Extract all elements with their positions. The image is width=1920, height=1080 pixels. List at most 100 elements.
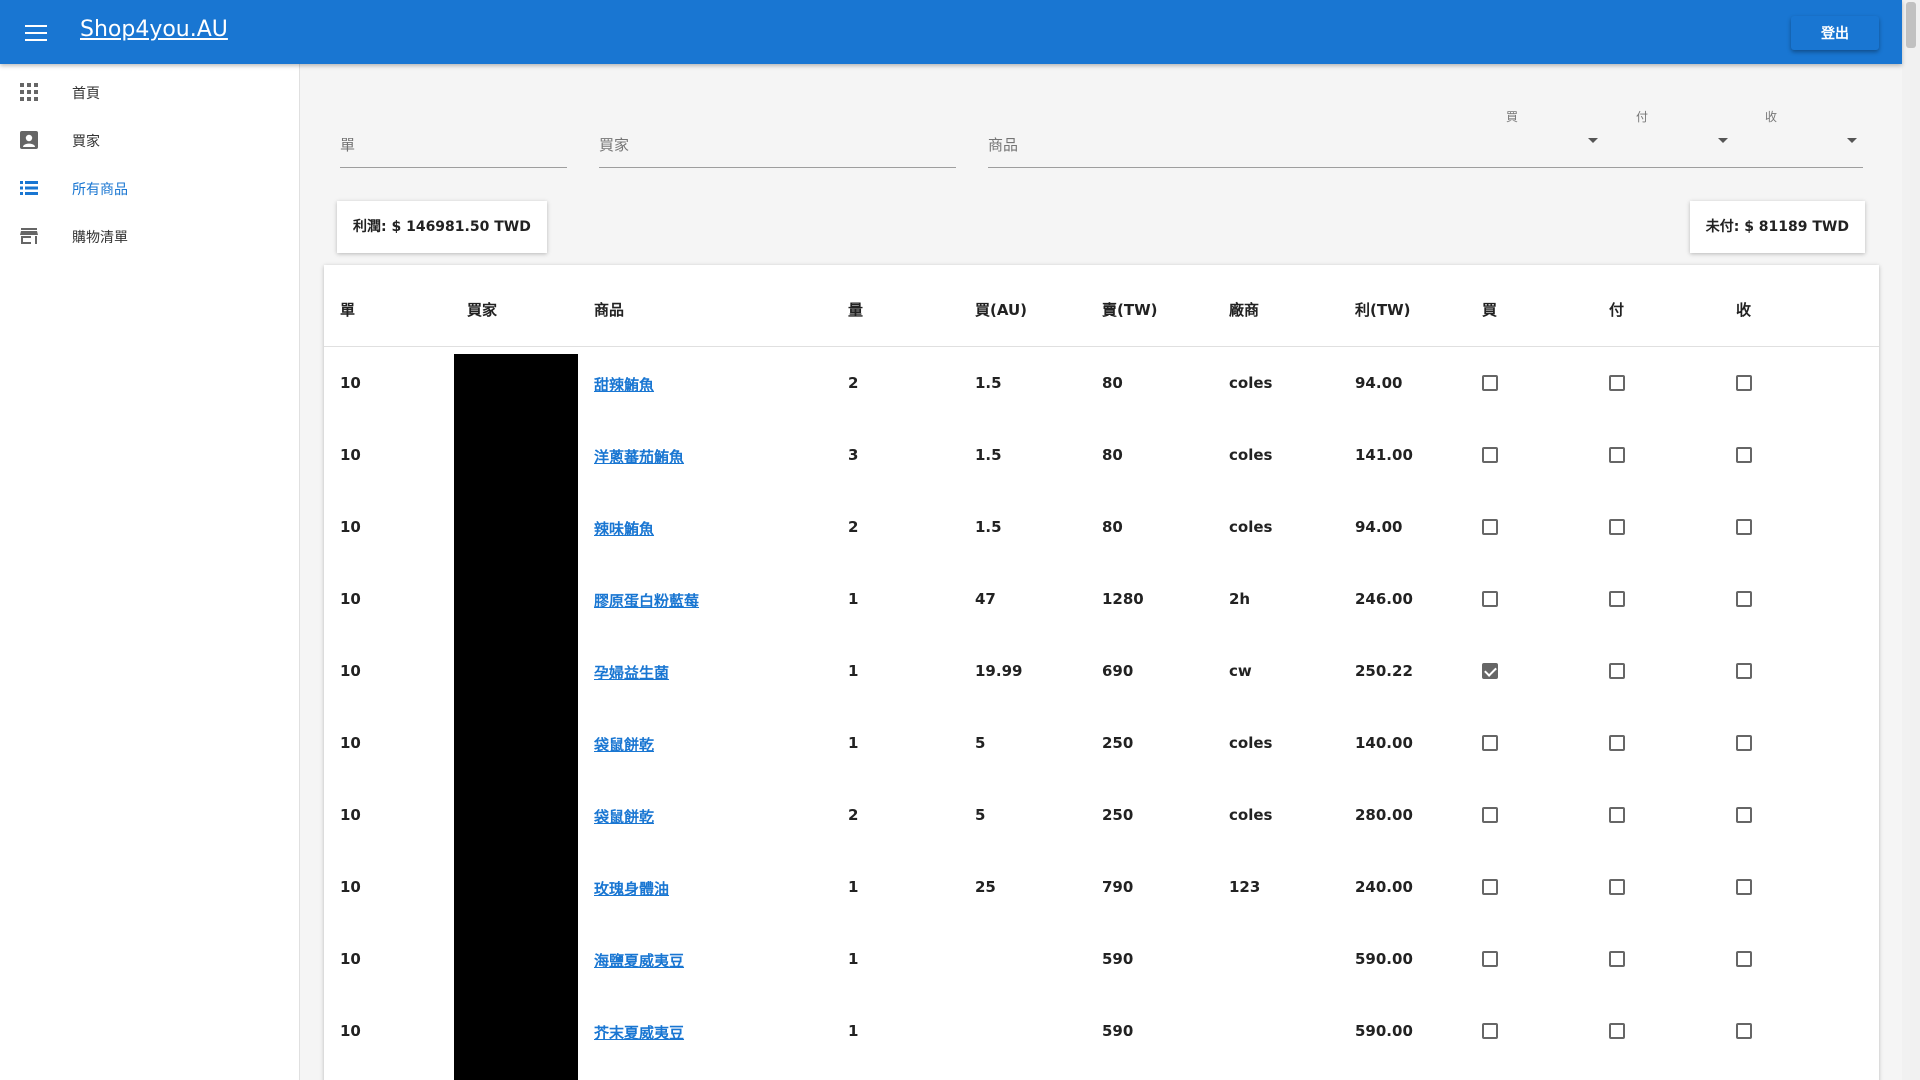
product-link[interactable]: 海鹽夏威夷豆	[594, 950, 684, 971]
cell-sell-tw: 80	[1102, 446, 1123, 464]
buyer-filter-field[interactable]	[599, 124, 956, 168]
sidebar-item-shopping-list[interactable]: 購物清單	[0, 213, 299, 259]
bought-checkbox[interactable]	[1482, 663, 1498, 679]
column-header-sell-tw: 賣(TW)	[1102, 301, 1158, 319]
product-link[interactable]: 膠原蛋白粉藍莓	[594, 590, 699, 611]
order-filter-field[interactable]	[340, 124, 567, 168]
product-link[interactable]: 袋鼠餅乾	[594, 806, 654, 827]
product-link[interactable]: 孕婦益生菌	[594, 662, 669, 683]
bought-checkbox[interactable]	[1482, 735, 1498, 751]
menu-icon[interactable]	[22, 20, 50, 44]
received-checkbox[interactable]	[1736, 375, 1752, 391]
paid-checkbox[interactable]	[1609, 663, 1625, 679]
apps-icon	[20, 83, 38, 101]
product-link[interactable]: 玫瑰身體油	[594, 878, 669, 899]
paid-checkbox[interactable]	[1609, 807, 1625, 823]
sidebar-item-label: 購物清單	[72, 230, 128, 246]
received-checkbox[interactable]	[1736, 663, 1752, 679]
cell-vendor: 123	[1229, 878, 1261, 896]
paid-checkbox[interactable]	[1609, 879, 1625, 895]
received-checkbox[interactable]	[1736, 735, 1752, 751]
cell-sell-tw: 80	[1102, 374, 1123, 392]
sidebar-item-label: 首頁	[72, 86, 100, 102]
bought-checkbox[interactable]	[1482, 519, 1498, 535]
received-checkbox[interactable]	[1736, 591, 1752, 607]
cell-order: 10	[340, 806, 361, 824]
received-checkbox[interactable]	[1736, 1023, 1752, 1039]
paid-checkbox[interactable]	[1609, 735, 1625, 751]
logout-button[interactable]: 登出	[1791, 16, 1879, 50]
bought-checkbox[interactable]	[1482, 591, 1498, 607]
bought-filter-select[interactable]: 買	[1506, 108, 1604, 168]
received-checkbox[interactable]	[1736, 447, 1752, 463]
cell-quantity: 2	[848, 374, 859, 392]
product-link[interactable]: 甜辣鮪魚	[594, 374, 654, 395]
bought-checkbox[interactable]	[1482, 375, 1498, 391]
bought-checkbox[interactable]	[1482, 807, 1498, 823]
column-header-quantity: 量	[848, 301, 864, 319]
cell-quantity: 1	[848, 662, 859, 680]
cell-buy-au: 1.5	[975, 446, 1002, 464]
product-link[interactable]: 洋蔥蕃茄鮪魚	[594, 446, 684, 467]
sidebar: 首頁 買家 所有商品 購物清單	[0, 64, 300, 1080]
order-filter-input[interactable]	[340, 136, 567, 154]
cell-quantity: 1	[848, 878, 859, 896]
sidebar-item-label: 所有商品	[72, 182, 128, 198]
cell-vendor: coles	[1229, 806, 1273, 824]
paid-checkbox[interactable]	[1609, 375, 1625, 391]
paid-checkbox[interactable]	[1609, 591, 1625, 607]
paid-checkbox[interactable]	[1609, 1023, 1625, 1039]
column-header-buyer: 買家	[467, 301, 498, 319]
sidebar-item-home[interactable]: 首頁	[0, 69, 299, 115]
paid-filter-select[interactable]: 付	[1636, 108, 1734, 168]
bought-checkbox[interactable]	[1482, 447, 1498, 463]
cell-buy-au: 1.5	[975, 374, 1002, 392]
paid-checkbox[interactable]	[1609, 951, 1625, 967]
column-header-product: 商品	[594, 301, 625, 319]
bought-checkbox[interactable]	[1482, 879, 1498, 895]
redacted-buyer-column	[454, 354, 578, 1080]
cell-buy-au: 19.99	[975, 662, 1023, 680]
sidebar-item-buyers[interactable]: 買家	[0, 117, 299, 163]
received-checkbox[interactable]	[1736, 951, 1752, 967]
sidebar-item-all-products[interactable]: 所有商品	[0, 165, 299, 211]
dropdown-arrow-icon	[1718, 138, 1728, 143]
paid-checkbox[interactable]	[1609, 447, 1625, 463]
bought-checkbox[interactable]	[1482, 951, 1498, 967]
received-checkbox[interactable]	[1736, 807, 1752, 823]
bought-checkbox[interactable]	[1482, 1023, 1498, 1039]
cell-buy-au: 5	[975, 806, 986, 824]
cell-quantity: 1	[848, 950, 859, 968]
received-checkbox[interactable]	[1736, 879, 1752, 895]
cell-order: 10	[340, 878, 361, 896]
brand-link[interactable]: Shop4you.AU	[80, 17, 228, 42]
cell-buy-au: 25	[975, 878, 996, 896]
page-scrollbar[interactable]	[1902, 0, 1920, 1080]
cell-order: 10	[340, 734, 361, 752]
cell-sell-tw: 590	[1102, 950, 1134, 968]
cell-profit-tw: 250.22	[1355, 662, 1413, 680]
cell-buy-au: 1.5	[975, 518, 1002, 536]
received-checkbox[interactable]	[1736, 519, 1752, 535]
unpaid-summary: 未付: $ 81189 TWD	[1689, 201, 1865, 253]
cell-sell-tw: 80	[1102, 518, 1123, 536]
paid-checkbox[interactable]	[1609, 519, 1625, 535]
cell-order: 10	[340, 518, 361, 536]
product-link[interactable]: 芥末夏威夷豆	[594, 1022, 684, 1043]
cell-quantity: 1	[848, 734, 859, 752]
cell-buy-au: 47	[975, 590, 996, 608]
cell-sell-tw: 250	[1102, 734, 1134, 752]
column-header-buy-au: 買(AU)	[975, 301, 1028, 319]
app-bar: Shop4you.AU 登出	[0, 0, 1902, 64]
column-header-profit-tw: 利(TW)	[1355, 301, 1411, 319]
cell-quantity: 1	[848, 590, 859, 608]
scrollbar-thumb[interactable]	[1906, 2, 1916, 48]
received-filter-select[interactable]: 收	[1765, 108, 1863, 168]
account-box-icon	[20, 131, 38, 149]
cell-quantity: 1	[848, 1022, 859, 1040]
product-link[interactable]: 辣味鮪魚	[594, 518, 654, 539]
buyer-filter-input[interactable]	[599, 136, 956, 154]
cell-vendor: coles	[1229, 734, 1273, 752]
column-header-received: 收	[1736, 301, 1752, 319]
product-link[interactable]: 袋鼠餅乾	[594, 734, 654, 755]
